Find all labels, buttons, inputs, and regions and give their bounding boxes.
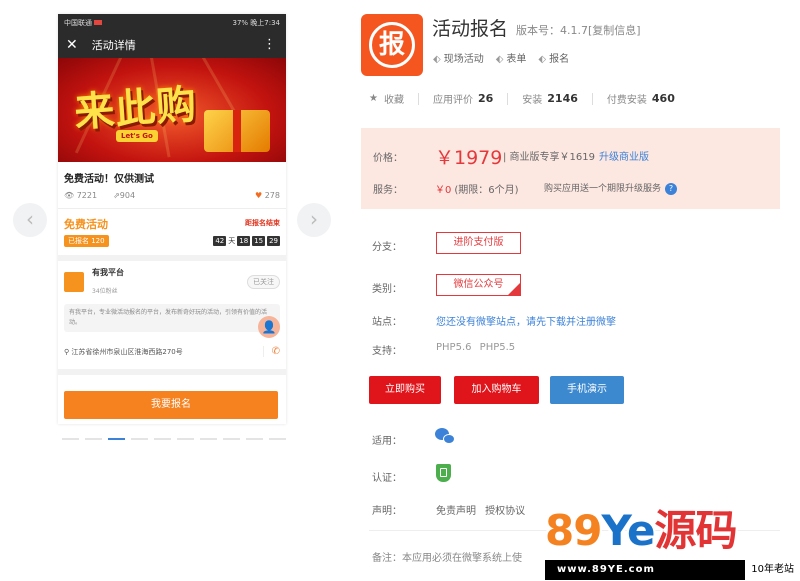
app-name: 活动报名: [432, 18, 509, 40]
app-version[interactable]: 版本号：4.1.7[复制信息]: [516, 22, 641, 38]
heart-icon: ♥: [255, 190, 263, 200]
phone-icon: ✆: [262, 346, 280, 357]
install-note: 备注：本应用必须在微擎系统上使: [372, 553, 522, 564]
location-icon: ⚲: [64, 347, 70, 356]
carousel-dot[interactable]: [85, 438, 102, 440]
address-row: ⚲ 江苏省徐州市泉山区淮海西路270号 ✆: [58, 332, 286, 357]
banner-headline: 来此购: [72, 80, 199, 137]
support-label: 支持：: [372, 346, 402, 357]
phone-screenshot: 中国联通 37% 晚上7:34 ✕ 活动详情 ⋮ 来此购 Let's Go 免费…: [58, 14, 286, 424]
tag-item[interactable]: ⬖ 现场活动: [433, 50, 484, 65]
tag-icon: ⬖: [538, 54, 547, 65]
wechat-icon: [435, 428, 457, 446]
like-count: 278: [264, 190, 280, 200]
favorite-button[interactable]: ★ 收藏: [369, 91, 404, 106]
carousel-next-button[interactable]: ›: [297, 203, 331, 237]
view-count: 7221: [76, 190, 98, 200]
signed-count-badge: 已报名 120: [64, 235, 109, 247]
price-value: ￥1979: [435, 147, 503, 169]
tag-item[interactable]: ⬖ 报名: [538, 50, 569, 65]
declaration-label: 声明：: [372, 506, 402, 517]
service-value: ￥0 (期限：6个月): [435, 185, 519, 196]
free-activity-label: 免费活动: [64, 218, 108, 231]
banner-letsgo: Let's Go: [116, 130, 158, 142]
activity-stats: 👁 7221 ⇗ 904 ♥ 278: [58, 188, 286, 202]
price-label: 价格：: [373, 153, 403, 164]
carousel-dot[interactable]: [177, 438, 194, 440]
carousel-dot[interactable]: [200, 438, 217, 440]
carousel-dot[interactable]: [269, 438, 286, 440]
gift-box-icon: [204, 110, 270, 152]
type-label: 类别：: [372, 284, 402, 295]
more-vertical-icon: ⋮: [263, 37, 276, 52]
watermark-years: 10年老站: [745, 560, 800, 580]
tag-icon: ⬖: [433, 54, 441, 65]
mobile-demo-button[interactable]: 手机演示: [550, 376, 624, 404]
phone-nav-title: 活动详情: [91, 38, 136, 52]
app-stats: ★ 收藏 应用评价 26 安装 2146 付费安装 460: [369, 91, 675, 106]
organizer-logo: [64, 272, 84, 292]
phone-title-bar: ✕ 活动详情 ⋮: [58, 31, 286, 58]
organizer-name: 有我平台: [92, 268, 124, 277]
add-to-cart-button[interactable]: 加入购物车: [454, 376, 539, 404]
status-time: 37% 晚上7:34: [232, 18, 280, 27]
tag-icon: ⬖: [495, 54, 504, 65]
paid-install-stat: 付费安装 460: [606, 92, 675, 106]
carousel-dot[interactable]: [154, 438, 171, 440]
site-label: 站点：: [372, 317, 402, 328]
business-price: | 商业版专享￥1619 升级商业版: [503, 152, 649, 163]
follow-button: 已关注: [247, 275, 280, 289]
selected-corner-icon: [508, 283, 520, 295]
signal-icon: [94, 20, 102, 25]
register-site-link[interactable]: 您还没有微擎站点，请先下载并注册微擎: [436, 313, 616, 328]
carousel-dot[interactable]: [246, 438, 263, 440]
branch-label: 分支：: [372, 242, 402, 253]
declaration-links[interactable]: 免责声明 授权协议: [436, 502, 525, 517]
upgrade-business-link[interactable]: 升级商业版: [599, 152, 649, 163]
carousel-dot[interactable]: [131, 438, 148, 440]
carousel-prev-button[interactable]: ‹: [13, 203, 47, 237]
address-text: 江苏省徐州市泉山区淮海西路270号: [71, 347, 183, 356]
buy-now-button[interactable]: 立即购买: [369, 376, 441, 404]
apply-label: 适用：: [372, 436, 402, 447]
carrier-text: 中国联通: [64, 18, 92, 27]
eye-icon: 👁: [64, 190, 75, 200]
signup-button: 我要报名: [64, 391, 278, 419]
user-avatar-icon: 👤: [258, 316, 280, 338]
help-icon[interactable]: ?: [665, 182, 678, 195]
organizer-fans: 34位粉丝: [92, 288, 118, 295]
carousel-dots[interactable]: [62, 438, 286, 440]
activity-banner: 来此购 Let's Go: [58, 58, 286, 162]
preview-carousel: ‹ › 中国联通 37% 晚上7:34 ✕ 活动详情 ⋮ 来此购 Let's G…: [10, 0, 340, 450]
phone-status-bar: 中国联通 37% 晚上7:34: [58, 14, 286, 31]
organizer-description: 有我平台，专业微活动报名的平台，发布新奇好玩的活动，引领有价值的活动。: [64, 304, 280, 332]
activity-title: 免费活动！仅供测试: [64, 174, 154, 185]
tag-item[interactable]: ⬖ 表单: [496, 50, 527, 65]
support-value: PHP5.6 PHP5.5: [436, 342, 516, 353]
app-tags: ⬖ 现场活动 ⬖ 表单 ⬖ 报名: [433, 50, 569, 65]
price-panel: 价格： ￥1979 | 商业版专享￥1619 升级商业版 服务： ￥0 (期限：6个…: [361, 128, 780, 209]
countdown-timer: 42 天 18 15 29: [213, 236, 280, 246]
star-icon: ★: [369, 93, 378, 104]
carousel-dot[interactable]: [108, 438, 125, 440]
service-label: 服务：: [373, 185, 403, 196]
watermark-url: www.89YE.com: [557, 564, 655, 575]
close-icon: ✕: [66, 36, 78, 53]
install-stat: 安装 2146: [522, 92, 578, 106]
certified-shield-icon: [436, 464, 451, 482]
app-icon: 报: [361, 14, 423, 76]
carousel-dot[interactable]: [62, 438, 79, 440]
carousel-dot[interactable]: [223, 438, 240, 440]
organizer-row: 有我平台 34位粉丝 已关注: [58, 261, 286, 297]
site-watermark: 89Ye源码 www.89YE.com 10年老站: [545, 505, 800, 581]
rating-stat: 应用评价 26: [432, 92, 494, 106]
type-option-button[interactable]: 微信公众号: [436, 274, 521, 296]
service-note: 购买应用送一个期限升级服务?: [544, 181, 678, 195]
share-icon: ⇗: [113, 190, 120, 200]
share-count: 904: [119, 190, 136, 200]
cert-label: 认证：: [372, 473, 402, 484]
deadline-label: 距报名结束: [245, 219, 280, 227]
branch-option-button[interactable]: 进阶支付版: [436, 232, 521, 254]
